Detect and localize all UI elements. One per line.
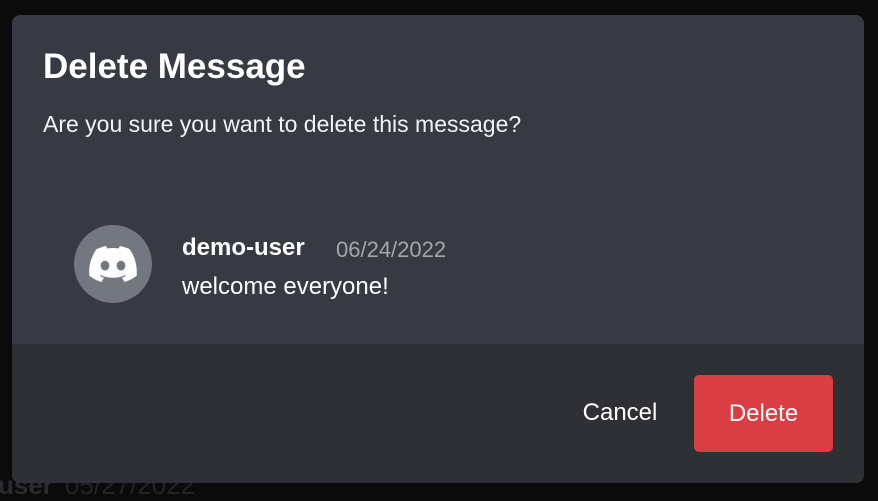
cancel-button[interactable]: Cancel bbox=[562, 374, 678, 452]
message-content: welcome everyone! bbox=[182, 273, 389, 300]
message-timestamp: 06/24/2022 bbox=[336, 237, 447, 262]
message-preview: demo-user 06/24/2022 welcome everyone! bbox=[74, 225, 794, 305]
modal-title: Delete Message bbox=[43, 47, 306, 86]
delete-message-modal: Delete Message Are you sure you want to … bbox=[12, 15, 864, 483]
modal-footer: Cancel Delete bbox=[12, 344, 864, 483]
message-username: demo-user bbox=[182, 234, 305, 261]
delete-button[interactable]: Delete bbox=[694, 375, 833, 452]
modal-description: Are you sure you want to delete this mes… bbox=[43, 111, 522, 137]
discord-logo-icon bbox=[89, 245, 137, 282]
avatar bbox=[74, 225, 152, 303]
